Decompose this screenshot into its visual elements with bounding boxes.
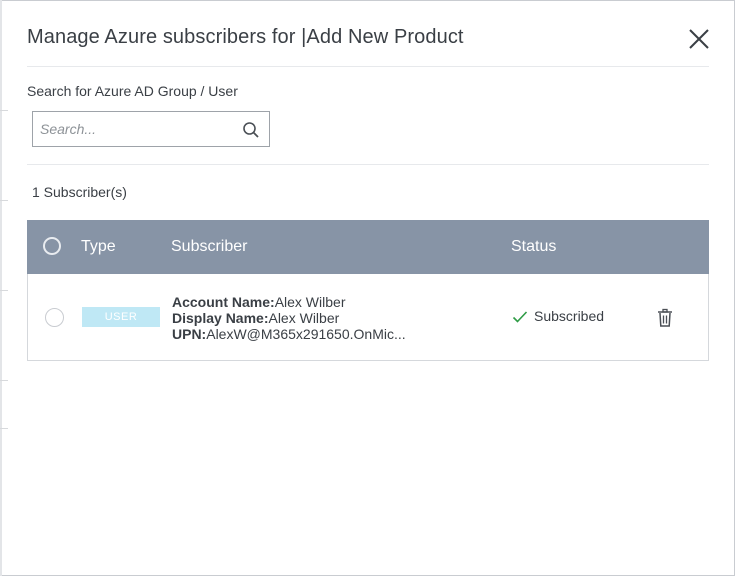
trash-icon[interactable]: [656, 308, 674, 328]
account-name-label: Account Name:: [172, 294, 275, 310]
search-input[interactable]: [40, 118, 230, 140]
background-divider: [0, 380, 8, 381]
table-header: Type Subscriber Status: [27, 220, 709, 274]
check-icon: [512, 311, 528, 323]
close-icon: [689, 29, 709, 49]
search-label: Search for Azure AD Group / User: [27, 83, 238, 99]
display-name-value: Alex Wilber: [268, 310, 340, 326]
upn-value: AlexW@M365x291650.OnMic...: [206, 326, 406, 342]
display-name: Display Name:Alex Wilber: [172, 310, 339, 326]
subscriber-count: 1 Subscriber(s): [32, 184, 127, 200]
table-row: USER Account Name:Alex Wilber Display Na…: [28, 274, 708, 360]
header-divider: [27, 66, 709, 67]
account-name: Account Name:Alex Wilber: [172, 294, 345, 310]
background-divider: [0, 428, 8, 429]
column-header-status[interactable]: Status: [511, 238, 556, 256]
row-select-radio[interactable]: [45, 308, 64, 327]
display-name-label: Display Name:: [172, 310, 269, 326]
user-type-badge: USER: [82, 307, 160, 327]
search-icon[interactable]: [242, 121, 260, 139]
upn-label: UPN:: [172, 326, 207, 342]
column-header-type[interactable]: Type: [81, 238, 116, 256]
close-button[interactable]: [684, 24, 714, 54]
status-text: Subscribed: [534, 308, 605, 324]
dialog-title: Manage Azure subscribers for |Add New Pr…: [27, 26, 464, 48]
search-divider: [27, 164, 709, 165]
column-header-subscriber[interactable]: Subscriber: [171, 238, 247, 256]
background-strip: [0, 0, 2, 576]
account-name-value: Alex Wilber: [274, 294, 346, 310]
background-divider: [0, 290, 8, 291]
upn: UPN:AlexW@M365x291650.OnMic...: [172, 326, 406, 342]
background-divider: [0, 110, 8, 111]
search-box[interactable]: [32, 111, 270, 147]
select-all-radio[interactable]: [43, 237, 61, 255]
background-divider: [0, 200, 8, 201]
subscribers-table: Type Subscriber Status USER Account Name…: [27, 220, 709, 361]
